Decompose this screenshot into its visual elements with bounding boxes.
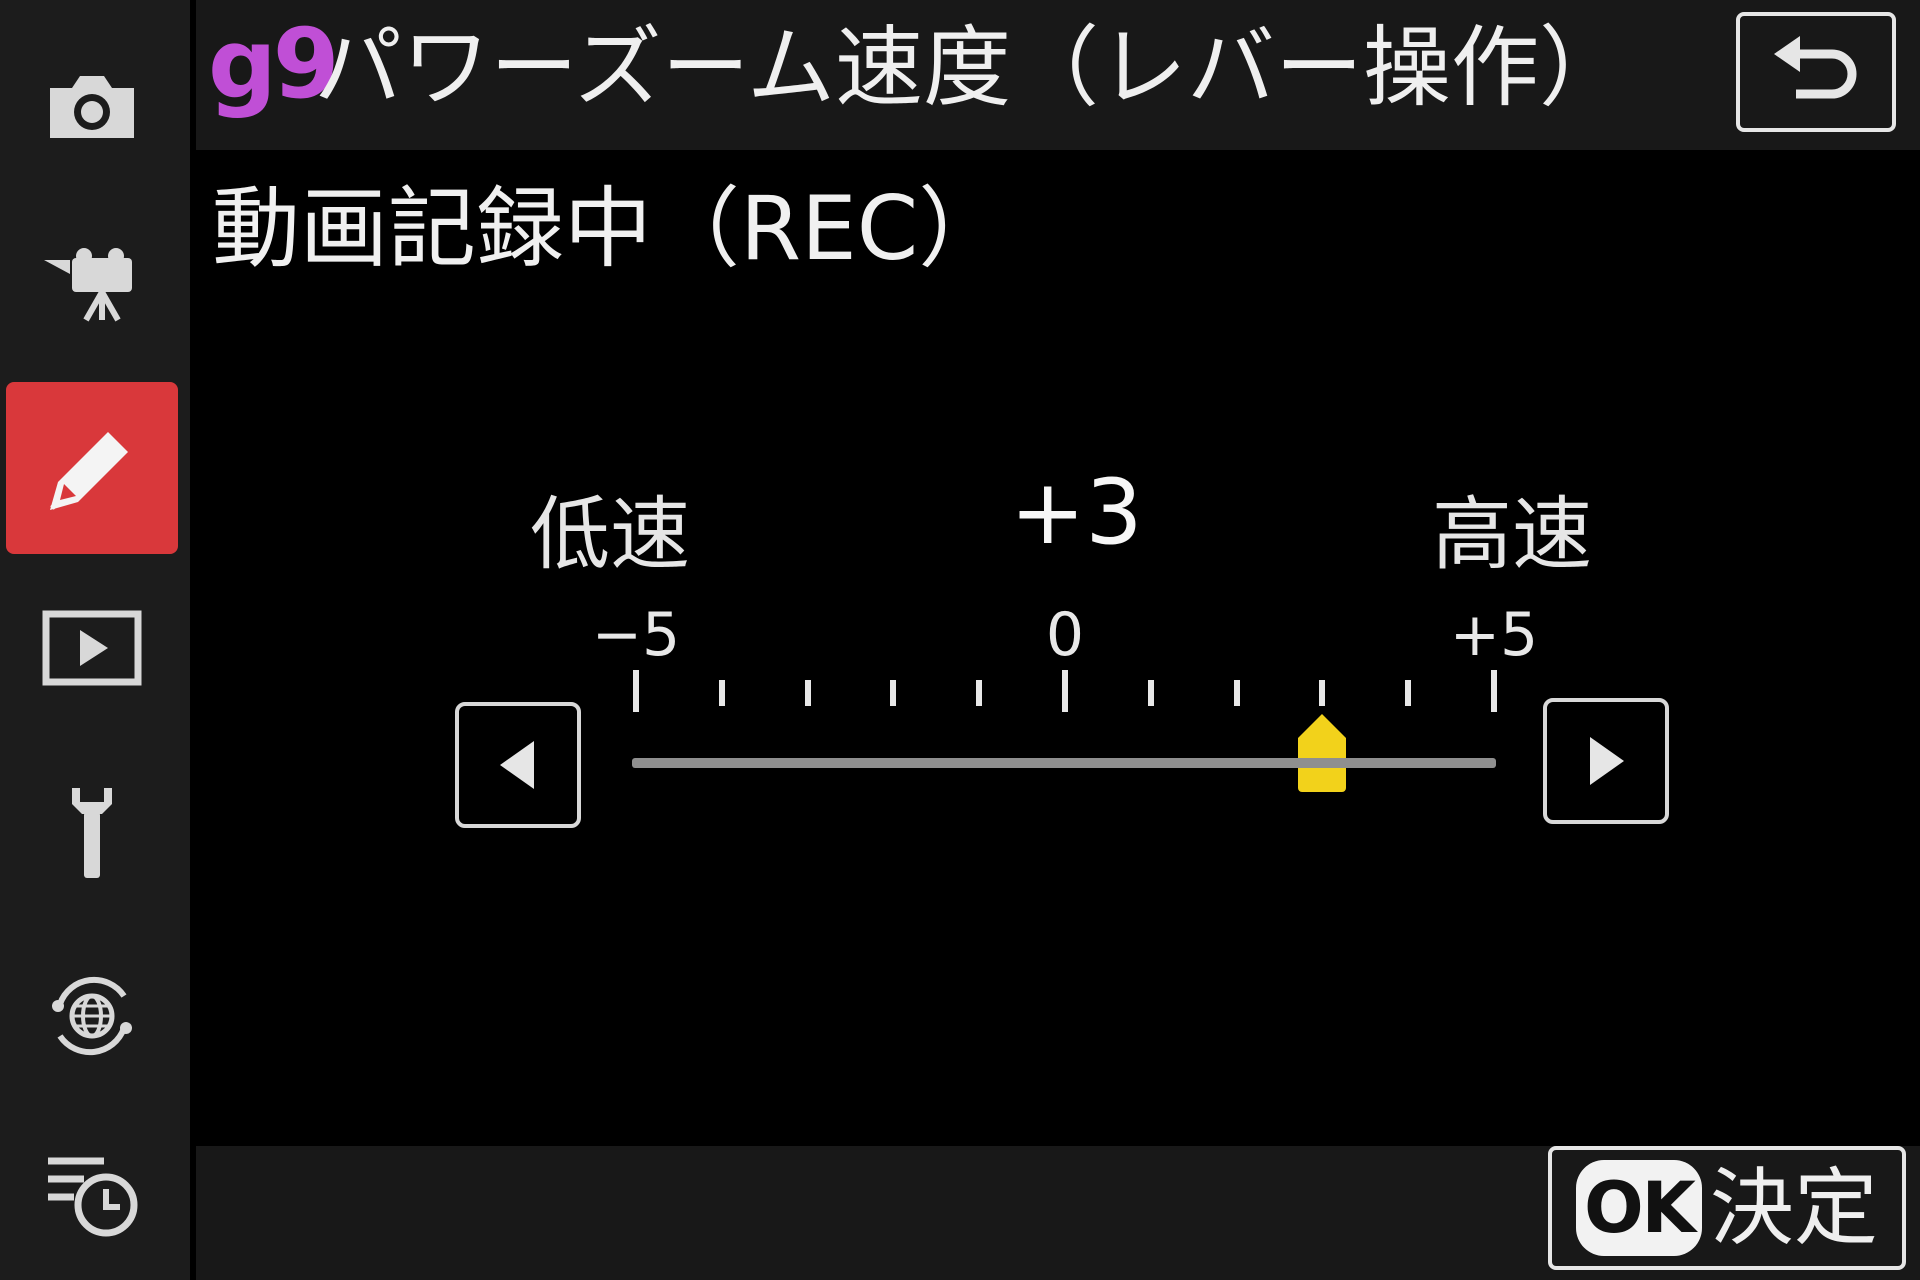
wrench-icon (72, 788, 112, 878)
ok-confirm-button[interactable]: OK 決定 (1548, 1146, 1906, 1270)
scale-tick (1491, 670, 1497, 712)
slider-track[interactable] (632, 758, 1496, 768)
sidebar-item-my-menu[interactable] (6, 1108, 178, 1280)
sidebar-item-playback[interactable] (6, 562, 178, 734)
scale-tick (1405, 680, 1412, 706)
scale-tick (718, 680, 725, 706)
menu-footer: OK 決定 (196, 1146, 1920, 1280)
current-value: +3 (1010, 460, 1143, 565)
scale-tick (1147, 680, 1154, 706)
scale-tick (1062, 670, 1068, 712)
high-speed-label: 高速 (1432, 488, 1592, 581)
left-triangle-icon (500, 741, 534, 789)
sidebar-item-movie-shooting[interactable] (6, 200, 178, 372)
tick-label: +5 (1449, 600, 1539, 670)
slider-handle[interactable] (1294, 712, 1350, 794)
low-speed-label: 低速 (530, 488, 690, 581)
right-triangle-icon (1590, 737, 1624, 785)
tick-label: 0 (1045, 600, 1085, 670)
page-title: パワーズーム速度（レバー操作） (314, 16, 1627, 119)
sidebar-item-custom-settings[interactable] (6, 382, 178, 554)
camera-icon (50, 76, 134, 138)
menu-sidebar (0, 0, 190, 1280)
sidebar-item-setup[interactable] (6, 746, 178, 918)
network-globe-icon (52, 976, 132, 1056)
sidebar-item-network[interactable] (6, 930, 178, 1102)
menu-header: g9 パワーズーム速度（レバー操作） (196, 0, 1920, 150)
back-button[interactable] (1736, 12, 1896, 132)
scale-tick (633, 670, 639, 712)
scale-tick (804, 680, 811, 706)
sidebar-item-photo-shooting[interactable] (6, 20, 178, 192)
ok-badge: OK (1576, 1160, 1702, 1256)
setting-subtitle: 動画記録中（REC） (212, 177, 1007, 280)
playback-icon (42, 610, 142, 686)
scale-tick (976, 680, 983, 706)
confirm-label: 決定 (1709, 1159, 1878, 1257)
recent-settings-icon (48, 1157, 138, 1237)
return-arrow-icon (1774, 36, 1857, 99)
scale-tick (890, 680, 897, 706)
decrease-button[interactable] (455, 702, 581, 828)
increase-button[interactable] (1543, 698, 1669, 824)
pencil-icon (50, 432, 128, 510)
scale-tick (1233, 680, 1240, 706)
scale-tick (1319, 680, 1326, 706)
movie-camera-icon (44, 248, 132, 322)
tick-label: −5 (591, 600, 681, 670)
